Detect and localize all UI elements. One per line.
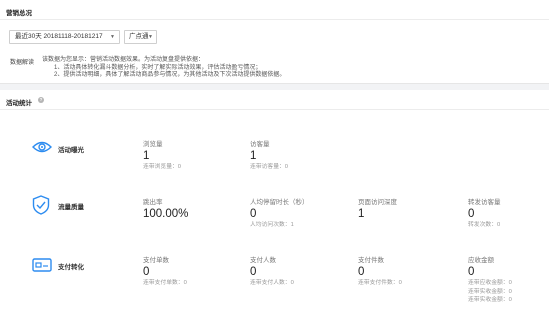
question-circle-icon[interactable]: ? — [38, 97, 44, 103]
metric-sub: 连带应收金额：0 — [468, 280, 512, 286]
metric-label: 人均停留时长（秒） — [250, 199, 309, 206]
metric-value: 100.00% — [143, 208, 189, 220]
metric-bounce-rate: 跳出率 100.00% — [143, 196, 188, 221]
metric-label: 转发访客量 — [468, 199, 501, 206]
activity-stats-panel: 活动统计 ? 活动曝光 浏览量 1 连带浏览量：0 访客量 1 连带访客量：0 … — [0, 90, 549, 309]
metric-paid-items: 支付件数 0 连带支付件数：0 — [358, 254, 402, 288]
metric-label: 浏览量 — [143, 141, 163, 148]
metric-label: 支付单数 — [143, 257, 169, 264]
channel-value: 广点通 — [129, 33, 149, 40]
metric-value: 1 — [250, 150, 257, 162]
metric-sub: 连带支付单数：0 — [143, 280, 187, 286]
metric-label: 应收金额 — [468, 257, 494, 264]
metric-sub: 连带支付件数：0 — [358, 280, 402, 286]
eye-icon — [32, 140, 52, 159]
row-label-payment-conversion: 支付转化 — [58, 264, 84, 271]
interpretation-line: 1、活动具体转化漏斗数据分析，实时了解实际活动效果，评估活动盈亏情况； — [54, 64, 262, 71]
metric-share-visitors: 转发访客量 0 转发次数：0 — [468, 196, 501, 230]
metric-sub: 连带支付人数：0 — [250, 280, 294, 286]
metric-value: 0 — [468, 266, 475, 278]
metric-sub: 转发次数：0 — [468, 222, 501, 228]
metric-value: 0 — [250, 266, 257, 278]
metric-visit-depth: 页面访问深度 1 — [358, 196, 397, 221]
metric-paid-orders: 支付单数 0 连带支付单数：0 — [143, 254, 187, 288]
metric-label: 跳出率 — [143, 199, 163, 206]
date-range-select[interactable]: 最近30天 20181118-20181217 ▼ — [9, 30, 120, 44]
row-label-traffic-quality: 流量质量 — [58, 204, 84, 211]
chevron-down-icon: ▼ — [148, 34, 153, 40]
overview-panel: 营销总况 最近30天 20181118-20181217 ▼ 广点通 ▼ 数据解… — [0, 0, 549, 84]
chevron-down-icon: ▼ — [110, 34, 115, 40]
metric-sub: 连带访客量：0 — [250, 164, 289, 170]
stats-divider — [0, 109, 549, 110]
metric-receivable-amount: 应收金额 0 连带应收金额：0 连带实收金额：0 连带实收金额：0 — [468, 254, 512, 305]
metric-sub: 人均访问次数：1 — [250, 222, 294, 228]
interpretation-text: 该数据为您显示：营销活动数据效果。为活动复盘提供依据： 1、活动具体转化漏斗数据… — [42, 57, 285, 80]
stats-title: 活动统计 — [6, 100, 32, 107]
metric-value: 0 — [143, 266, 150, 278]
row-label-exposure: 活动曝光 — [58, 147, 84, 154]
date-range-value: 最近30天 20181118-20181217 — [15, 33, 103, 40]
metric-value: 1 — [358, 208, 365, 220]
metric-value: 1 — [143, 150, 150, 162]
metric-value: 0 — [250, 208, 257, 220]
interpretation-line: 该数据为您显示：营销活动数据效果。为活动复盘提供依据： — [42, 57, 205, 63]
title-divider — [0, 19, 549, 20]
metric-page-views: 浏览量 1 连带浏览量：0 — [143, 138, 181, 172]
page-title: 营销总况 — [6, 10, 32, 17]
metric-sub: 连带实收金额：0 — [468, 297, 512, 303]
metric-sub: 连带实收金额：0 — [468, 288, 512, 295]
metric-sub: 连带浏览量：0 — [143, 164, 182, 170]
metric-label: 支付人数 — [250, 257, 276, 264]
metric-avg-stay: 人均停留时长（秒） 0 人均访问次数：1 — [250, 196, 309, 230]
metric-label: 页面访问深度 — [358, 199, 397, 206]
shield-check-icon — [32, 195, 50, 220]
channel-dropdown[interactable]: 广点通 ▼ — [124, 30, 157, 44]
metric-paid-users: 支付人数 0 连带支付人数：0 — [250, 254, 294, 288]
metric-visitors: 访客量 1 连带访客量：0 — [250, 138, 288, 172]
interpretation-label: 数据解读 — [10, 60, 35, 66]
interpretation-line: 2、提供活动明细，具体了解活动商品参与情况，为其他活动及下次活动提供数据依据。 — [54, 72, 286, 78]
metric-label: 支付件数 — [358, 257, 384, 264]
metric-label: 访客量 — [250, 141, 270, 148]
metric-value: 0 — [468, 208, 475, 220]
card-icon — [32, 258, 52, 277]
metric-value: 0 — [358, 266, 365, 278]
